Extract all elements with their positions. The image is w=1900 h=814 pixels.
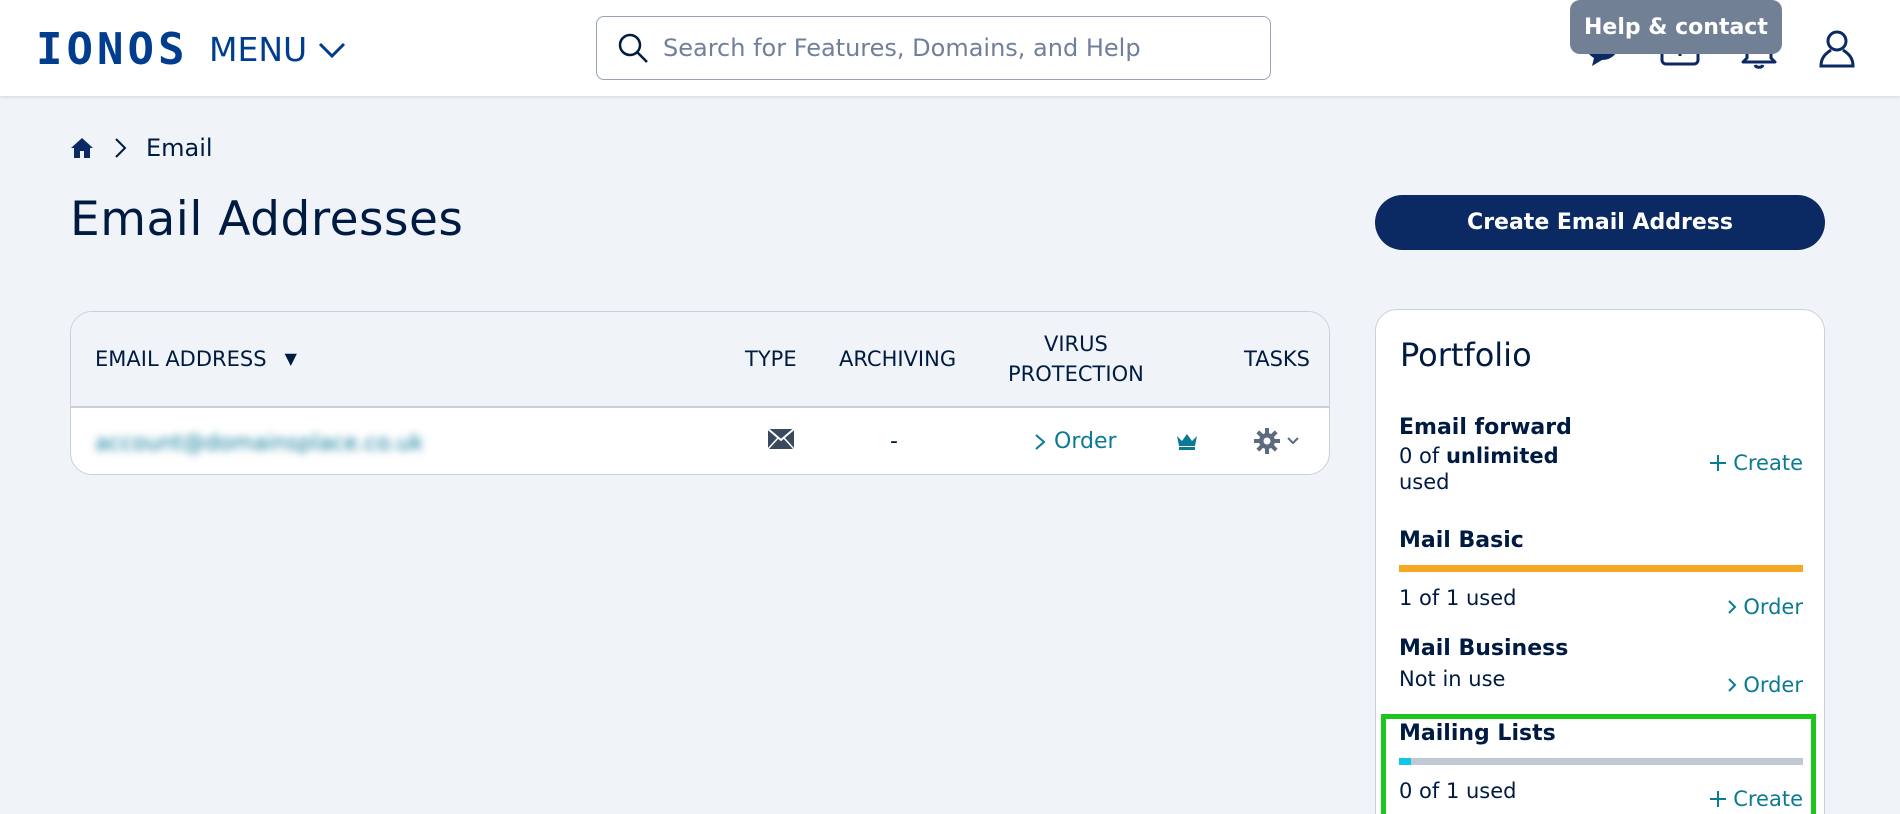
top-header: IONOS MENU Help & contact: [0, 0, 1900, 96]
tasks-menu-button[interactable]: [1253, 427, 1299, 455]
ionos-logo[interactable]: IONOS: [36, 28, 188, 72]
chevron-down-icon: [319, 42, 346, 59]
table-header: EMAIL ADDRESS ▼ TYPE ARCHIVING VIRUS PRO…: [71, 312, 1329, 408]
sort-down-icon: ▼: [284, 349, 297, 368]
mail-basic-order-link[interactable]: Order: [1727, 595, 1803, 619]
plus-icon: [1710, 455, 1727, 471]
menu-button[interactable]: MENU: [209, 30, 347, 70]
type-cell: [767, 428, 795, 455]
column-email-address[interactable]: EMAIL ADDRESS ▼: [95, 344, 297, 374]
chevron-down-icon: [1287, 437, 1299, 445]
column-virus-protection: VIRUS PROTECTION: [1008, 332, 1144, 386]
create-email-address-button[interactable]: Create Email Address: [1375, 195, 1825, 250]
mail-basic-usage-bar: [1399, 565, 1803, 572]
email-forward-create-link[interactable]: Create: [1709, 451, 1803, 475]
home-icon[interactable]: [70, 136, 94, 160]
chevron-right-icon: [1728, 600, 1737, 614]
chevron-right-icon: [115, 138, 127, 158]
search-bar[interactable]: [596, 16, 1271, 80]
table-row: account@domainsplace.co.uk - Order: [71, 409, 1329, 474]
chevron-right-icon: [1728, 678, 1737, 692]
search-icon: [618, 33, 648, 63]
crown-icon: [1177, 434, 1197, 450]
user-icon: [1819, 30, 1855, 68]
email-table: EMAIL ADDRESS ▼ TYPE ARCHIVING VIRUS PRO…: [70, 311, 1330, 475]
column-archiving: ARCHIVING: [839, 347, 957, 371]
breadcrumb-current: Email: [146, 134, 213, 162]
portfolio-item-mail-business: Mail Business Not in use Order: [1399, 636, 1803, 697]
gear-icon: [1254, 428, 1280, 454]
portfolio-title: Portfolio: [1400, 336, 1532, 374]
menu-label: MENU: [209, 30, 308, 69]
virus-protection-order-link[interactable]: Order: [1034, 429, 1117, 454]
mail-business-order-link[interactable]: Order: [1727, 673, 1803, 697]
premium-crown: [1176, 431, 1198, 456]
portfolio-item-mail-basic: Mail Basic 1 of 1 used Order: [1399, 528, 1803, 619]
archiving-cell: -: [890, 429, 898, 454]
email-address-link[interactable]: account@domainsplace.co.uk: [95, 431, 424, 456]
column-type: TYPE: [745, 347, 797, 371]
mailing-lists-highlight: [1381, 714, 1816, 814]
help-tooltip: Help & contact: [1570, 0, 1782, 54]
page-title: Email Addresses: [70, 192, 464, 247]
chevron-right-icon: [1035, 433, 1046, 450]
account-button[interactable]: [1813, 24, 1861, 72]
breadcrumb: Email: [70, 134, 213, 162]
column-tasks: TASKS: [1244, 347, 1310, 371]
envelope-icon: [767, 428, 795, 450]
search-input[interactable]: [663, 34, 1253, 62]
portfolio-item-email-forward: Email forward 0 of unlimited used Create: [1399, 415, 1803, 494]
